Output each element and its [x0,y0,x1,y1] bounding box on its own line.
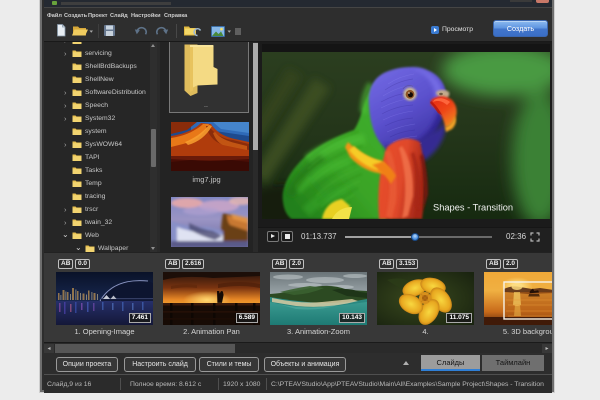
svg-text:Shapes - Transition: Shapes - Transition [433,203,513,213]
